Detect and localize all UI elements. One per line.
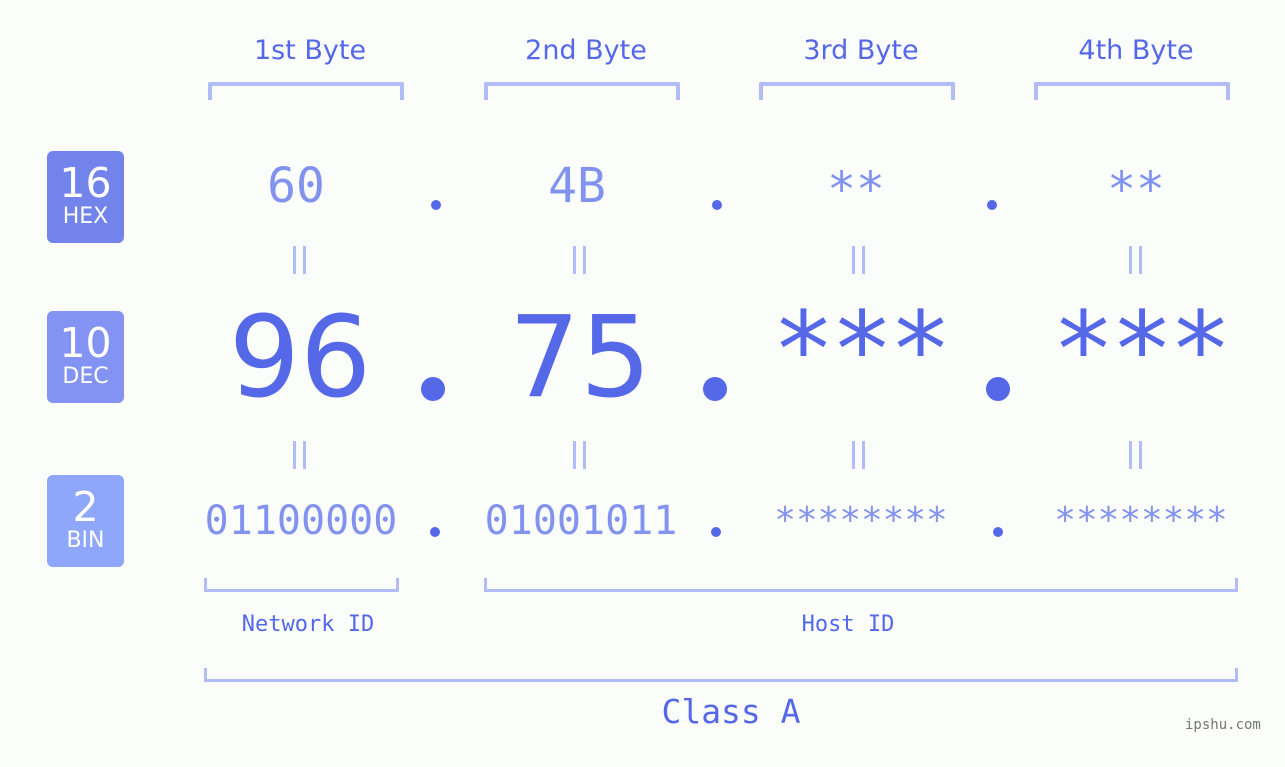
hex-badge: 16 HEX	[47, 151, 124, 243]
byte-bracket-3	[759, 82, 955, 100]
byte-header-1: 1st Byte	[253, 35, 367, 66]
dec-base: 10	[59, 319, 112, 367]
class-bracket	[204, 668, 1238, 682]
bin-badge: 2 BIN	[47, 475, 124, 567]
byte-header-2: 2nd Byte	[525, 35, 647, 66]
equals-icon	[291, 441, 309, 469]
equals-icon	[850, 246, 868, 274]
hex-byte-3: **	[827, 162, 885, 218]
byte-bracket-4	[1034, 82, 1230, 100]
host-id-label: Host ID	[801, 612, 895, 637]
bin-dot-2	[711, 527, 721, 537]
class-label: Class A	[661, 692, 801, 731]
network-id-label: Network ID	[241, 612, 375, 637]
equals-icon	[571, 441, 589, 469]
host-id-bracket	[484, 578, 1238, 592]
bin-dot-1	[430, 527, 440, 537]
bin-base: 2	[72, 483, 99, 531]
hex-byte-2: 4B	[548, 158, 606, 214]
equals-icon	[1127, 246, 1145, 274]
bin-label: BIN	[66, 528, 105, 553]
equals-icon	[850, 441, 868, 469]
hex-base: 16	[59, 159, 112, 207]
hex-byte-1: 60	[267, 158, 325, 214]
dec-dot-1	[421, 377, 445, 401]
hex-byte-4: **	[1107, 162, 1165, 218]
equals-icon	[291, 246, 309, 274]
byte-header-4: 4th Byte	[1078, 35, 1194, 66]
byte-header-3: 3rd Byte	[803, 35, 919, 66]
equals-icon	[1127, 441, 1145, 469]
byte-bracket-2	[484, 82, 680, 100]
bin-byte-2: 01001011	[484, 498, 678, 544]
dec-label: DEC	[62, 364, 109, 389]
dec-dot-2	[703, 377, 727, 401]
dec-dot-3	[986, 377, 1010, 401]
hex-dot-1	[431, 200, 441, 210]
equals-icon	[571, 246, 589, 274]
dec-byte-2: 75	[508, 293, 652, 423]
hex-dot-3	[987, 200, 997, 210]
network-id-bracket	[204, 578, 399, 592]
bin-dot-3	[993, 527, 1003, 537]
dec-byte-1: 96	[228, 293, 372, 423]
dec-byte-4: ***	[1052, 289, 1232, 411]
watermark: ipshu.com	[1185, 717, 1261, 733]
hex-label: HEX	[62, 204, 109, 229]
bin-byte-4: ********	[1054, 500, 1228, 541]
byte-bracket-1	[208, 82, 404, 100]
dec-byte-3: ***	[772, 289, 952, 411]
dec-badge: 10 DEC	[47, 311, 124, 403]
bin-byte-1: 01100000	[204, 498, 398, 544]
hex-dot-2	[712, 200, 722, 210]
bin-byte-3: ********	[774, 500, 948, 541]
